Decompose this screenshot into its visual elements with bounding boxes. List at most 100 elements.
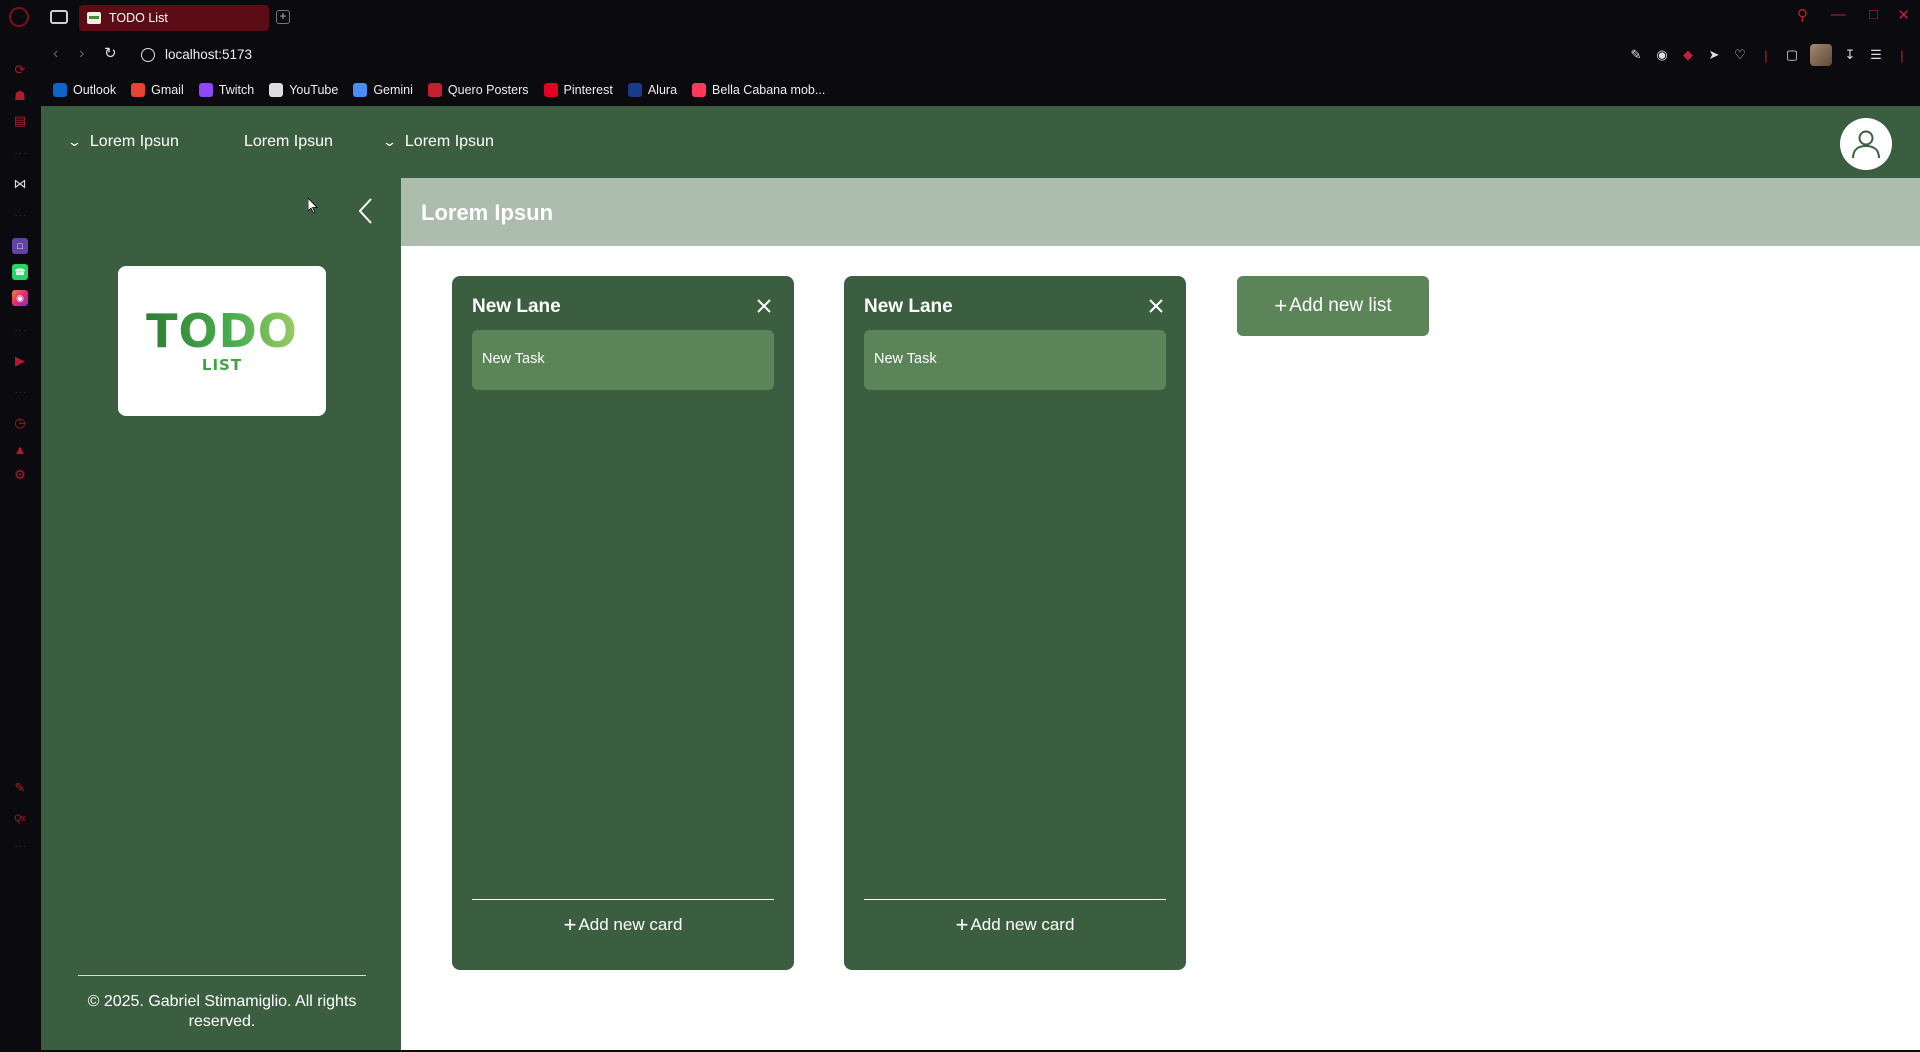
bookmark-label: Alura <box>647 82 678 97</box>
send-icon[interactable]: ➤ <box>1706 47 1722 63</box>
bookmark-document[interactable]: YouTube <box>269 82 338 97</box>
menu-item-label: Lorem Ipsun <box>89 133 179 150</box>
tab-bar: TODO List + ⚲ — □ ✕ <box>41 0 1920 34</box>
adblock-shield-icon[interactable]: ◆ <box>1680 47 1696 63</box>
site-info-icon[interactable] <box>141 48 155 62</box>
add-list-button[interactable]: + Add new list <box>1237 276 1429 336</box>
chevron-down-icon: ⌄ <box>381 134 398 149</box>
copyright-text: © 2025. Gabriel Stimamiglio. All rights … <box>87 993 357 1030</box>
easy-setup-icon[interactable]: ☰ <box>1868 47 1884 63</box>
separator-dots: ··· <box>14 147 28 159</box>
task-card[interactable]: New Task <box>472 330 774 390</box>
opera-logo-icon[interactable] <box>9 7 29 27</box>
menu-item-label: Lorem Ipsun <box>244 133 333 150</box>
bookmark-airbnb[interactable]: Bella Cabana mob... <box>692 82 826 97</box>
mouse-cursor-icon <box>308 198 318 214</box>
chevron-down-icon: ⌄ <box>66 134 83 149</box>
bookmark-twitch[interactable]: Twitch <box>198 82 254 97</box>
camera-icon[interactable]: ◉ <box>1654 47 1670 63</box>
zoom-icon[interactable]: Qx <box>12 810 28 826</box>
player-icon[interactable]: ▶ <box>12 353 28 369</box>
back-icon[interactable]: ‹ <box>53 45 58 63</box>
add-card-button[interactable]: + Add new card <box>452 912 794 938</box>
extensions-icon[interactable]: ▲ <box>12 441 28 457</box>
instagram-sidebar-icon[interactable]: ◉ <box>12 290 28 306</box>
logo-subtitle: LIST <box>201 356 243 374</box>
settings-icon[interactable]: ⚙ <box>12 467 28 483</box>
logo-title: TODO <box>146 304 298 358</box>
box-icon[interactable]: ▢ <box>1784 47 1800 63</box>
plus-icon: + <box>1274 293 1288 318</box>
close-window-icon[interactable]: ✕ <box>1897 6 1910 24</box>
outlook-icon <box>53 82 67 97</box>
profile-avatar[interactable] <box>1810 44 1832 66</box>
pinterest-icon <box>543 82 558 97</box>
reload-icon[interactable]: ↻ <box>104 44 117 62</box>
search-tabs-icon[interactable]: ⚲ <box>1797 6 1808 24</box>
bookmark-gmail[interactable]: Gmail <box>131 82 184 97</box>
bookmark-label: Outlook <box>73 82 117 97</box>
bookmark-quero-posters[interactable]: Quero Posters <box>427 82 529 97</box>
twitch-icon <box>198 82 213 97</box>
more-icon[interactable]: ··· <box>13 838 29 854</box>
content-title-bar: Lorem Ipsun <box>401 178 1920 246</box>
gmail-icon <box>131 82 146 97</box>
shortcut-icon[interactable]: ⋈ <box>12 176 28 192</box>
lane-title[interactable]: New Lane <box>472 296 561 318</box>
tab-switcher-icon[interactable] <box>50 10 68 24</box>
minimize-icon[interactable]: — <box>1831 6 1846 23</box>
browser-sidebar: ⟳ ☗ ▤ ··· ⋈ ··· □ ☎ ◉ ··· ▶ ··· ◷ ▲ ⚙ ✎ … <box>0 0 41 1052</box>
separator-dots: ··· <box>14 386 28 398</box>
lane-title[interactable]: New Lane <box>864 296 953 318</box>
app-header: ⌄ Lorem Ipsun Lorem Ipsun ⌄ Lorem Ipsun <box>41 106 1920 178</box>
bookmark-outlook[interactable]: Outlook <box>53 82 117 97</box>
edit-icon[interactable]: ✎ <box>1628 47 1644 63</box>
maximize-icon[interactable]: □ <box>1869 6 1878 23</box>
todo-logo: TODO LIST <box>118 266 326 416</box>
plus-icon: + <box>563 912 577 937</box>
bookmark-gemini[interactable]: Gemini <box>353 82 413 97</box>
menu-item-2[interactable]: Lorem Ipsun <box>244 106 333 178</box>
aria-icon[interactable]: ⟳ <box>12 62 28 78</box>
add-card-button[interactable]: + Add new card <box>844 912 1186 938</box>
news-icon[interactable]: ▤ <box>12 113 28 129</box>
address-bar: ‹ › ↻ localhost:5173 ✎ ◉ ◆ ➤ ♡ | ▢ ↧ ☰ | <box>41 34 1920 76</box>
bookmark-label: Quero Posters <box>447 82 529 97</box>
quero-posters-icon <box>427 82 442 97</box>
bookmark-pinterest[interactable]: Pinterest <box>543 82 613 97</box>
forward-icon[interactable]: › <box>79 45 84 63</box>
menu-item-3[interactable]: ⌄ Lorem Ipsun <box>381 106 494 178</box>
bookmark-alura[interactable]: Alura <box>627 82 678 97</box>
battery-icon[interactable]: | <box>1894 47 1910 63</box>
menu-item-1[interactable]: ⌄ Lorem Ipsun <box>66 106 179 178</box>
plus-icon: + <box>955 912 969 937</box>
gemini-icon <box>353 82 368 97</box>
lane: New Lane New Task + Add new card <box>452 276 794 970</box>
url-field[interactable]: localhost:5173 <box>165 47 252 62</box>
add-card-label: Add new card <box>970 915 1075 934</box>
pin-icon[interactable]: ✎ <box>12 780 28 796</box>
user-icon <box>1852 130 1880 159</box>
sidebar-divider <box>78 975 366 976</box>
tab-title: TODO List <box>109 11 168 25</box>
document-icon <box>269 82 284 97</box>
download-icon[interactable]: ↧ <box>1842 47 1858 63</box>
add-list-label: Add new list <box>1289 295 1392 316</box>
history-icon[interactable]: ◷ <box>12 415 28 431</box>
close-lane-icon[interactable] <box>756 298 772 314</box>
heart-icon[interactable]: ♡ <box>1732 47 1748 63</box>
lane-divider <box>864 899 1166 900</box>
close-lane-icon[interactable] <box>1148 298 1164 314</box>
bookmark-label: Bella Cabana mob... <box>712 82 826 97</box>
task-card[interactable]: New Task <box>864 330 1166 390</box>
whatsapp-sidebar-icon[interactable]: ☎ <box>12 264 28 280</box>
tab-todo-list[interactable]: TODO List <box>79 5 269 31</box>
collapse-sidebar-icon[interactable] <box>356 196 376 226</box>
lane: New Lane New Task + Add new card <box>844 276 1186 970</box>
bookmark-label: Pinterest <box>563 82 613 97</box>
new-tab-button[interactable]: + <box>276 10 290 24</box>
twitch-sidebar-icon[interactable]: □ <box>12 238 28 254</box>
bag-icon[interactable]: ☗ <box>12 88 28 104</box>
user-avatar[interactable] <box>1840 118 1892 170</box>
separator-dots: ··· <box>14 209 28 221</box>
